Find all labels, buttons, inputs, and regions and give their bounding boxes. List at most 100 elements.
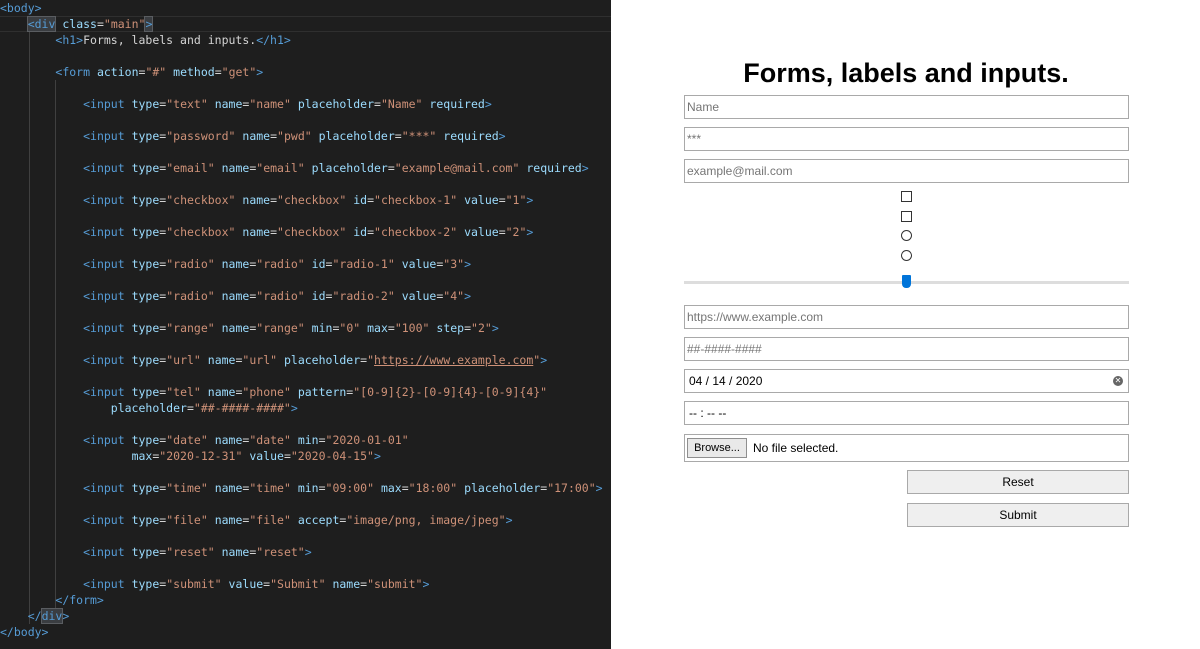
code-token: <input	[83, 513, 125, 527]
radio-2[interactable]	[901, 250, 912, 261]
code-token: placeholder	[319, 129, 395, 143]
code-token: name	[222, 545, 250, 559]
code-token: <input	[83, 257, 125, 271]
code-token: >	[506, 513, 513, 527]
code-line: <input type="url" name="url" placeholder…	[0, 352, 547, 368]
email-input[interactable]: example@mail.com	[684, 159, 1129, 183]
code-token: placeholder	[284, 353, 360, 367]
code-token: "get"	[222, 65, 257, 79]
code-line: </div>	[0, 608, 69, 624]
code-token: "2020-01-01"	[326, 433, 409, 447]
code-token	[125, 97, 132, 111]
browse-button[interactable]: Browse...	[687, 438, 747, 458]
code-token: "radio"	[166, 289, 214, 303]
code-token	[395, 289, 402, 303]
code-token: >	[596, 481, 603, 495]
code-line: <input type="date" name="date" min="2020…	[0, 432, 409, 448]
code-token: =	[367, 225, 374, 239]
code-token: =	[97, 17, 104, 31]
code-token: >	[540, 353, 547, 367]
code-line: max="2020-12-31" value="2020-04-15">	[0, 448, 381, 464]
code-line: <input type="range" name="range" min="0"…	[0, 320, 499, 336]
code-token: =	[270, 193, 277, 207]
code-token	[125, 353, 132, 367]
date-input[interactable]: 04 / 14 / 2020 ✕	[684, 369, 1129, 393]
radio-1[interactable]	[901, 230, 912, 241]
password-input[interactable]: ***	[684, 127, 1129, 151]
code-token: <input	[83, 225, 125, 239]
reset-button[interactable]: Reset	[907, 470, 1129, 494]
code-token: <input	[83, 321, 125, 335]
code-token	[201, 353, 208, 367]
code-token: Forms, labels and inputs.	[83, 33, 256, 47]
range-slider-thumb[interactable]	[902, 275, 911, 288]
code-line: <input type="checkbox" name="checkbox" i…	[0, 192, 533, 208]
code-line: <input type="time" name="time" min="09:0…	[0, 480, 603, 496]
code-token	[125, 433, 132, 447]
code-token	[215, 321, 222, 335]
code-token: value	[464, 225, 499, 239]
file-input: Browse... No file selected.	[684, 434, 1129, 462]
code-token: =	[388, 321, 395, 335]
code-token: name	[242, 225, 270, 239]
code-token: "radio"	[256, 289, 304, 303]
code-token: required	[429, 97, 484, 111]
code-token	[0, 65, 55, 79]
code-token: type	[132, 545, 160, 559]
code-line: <input type="radio" name="radio" id="rad…	[0, 256, 471, 272]
clear-icon[interactable]: ✕	[1113, 376, 1123, 386]
code-token: "submit"	[367, 577, 422, 591]
code-token: "18:00"	[409, 481, 457, 495]
code-token: "email"	[166, 161, 214, 175]
code-token	[0, 513, 83, 527]
code-token	[208, 513, 215, 527]
code-token	[0, 225, 83, 239]
name-input[interactable]: Name	[684, 95, 1129, 119]
code-token	[125, 289, 132, 303]
code-token: "4"	[443, 289, 464, 303]
code-token: >	[526, 193, 533, 207]
code-token	[201, 385, 208, 399]
code-token: "radio-2"	[332, 289, 394, 303]
code-token	[125, 545, 132, 559]
code-token: "	[367, 353, 374, 367]
checkbox-2[interactable]	[901, 211, 912, 222]
code-token: pattern	[298, 385, 346, 399]
code-line: <input type="checkbox" name="checkbox" i…	[0, 224, 533, 240]
code-token	[277, 353, 284, 367]
code-token: type	[132, 161, 160, 175]
code-token: =	[187, 401, 194, 415]
phone-input[interactable]: ##-####-####	[684, 337, 1129, 361]
code-token: "***"	[402, 129, 437, 143]
code-line: <input type="file" name="file" accept="i…	[0, 512, 513, 528]
submit-button[interactable]: Submit	[907, 503, 1129, 527]
code-token: >	[499, 129, 506, 143]
code-token: id	[312, 289, 326, 303]
code-token: "1"	[506, 193, 527, 207]
code-token: "3"	[443, 257, 464, 271]
code-token: type	[132, 289, 160, 303]
code-token: </body>	[0, 625, 48, 639]
url-input[interactable]: https://www.example.com	[684, 305, 1129, 329]
code-token: <input	[83, 433, 125, 447]
code-token	[0, 449, 132, 463]
code-token: =	[499, 225, 506, 239]
code-token: </form>	[55, 593, 103, 607]
code-token	[222, 577, 229, 591]
code-token: "range"	[256, 321, 304, 335]
code-token: name	[215, 433, 243, 447]
code-editor[interactable]: <body> <div class="main"> <h1>Forms, lab…	[0, 0, 611, 649]
code-token: "[0-9]{2}-[0-9]{4}-[0-9]{4}"	[353, 385, 547, 399]
checkbox-1[interactable]	[901, 191, 912, 202]
code-token: "password"	[166, 129, 235, 143]
code-token	[125, 577, 132, 591]
code-token: </h1>	[256, 33, 291, 47]
code-token: "example@mail.com"	[395, 161, 520, 175]
code-token: max	[367, 321, 388, 335]
time-input[interactable]: -- : -- --	[684, 401, 1129, 425]
code-token: class	[62, 17, 97, 31]
code-token	[208, 97, 215, 111]
code-token: =	[402, 481, 409, 495]
code-token: "pwd"	[277, 129, 312, 143]
code-token: <body>	[0, 1, 42, 15]
